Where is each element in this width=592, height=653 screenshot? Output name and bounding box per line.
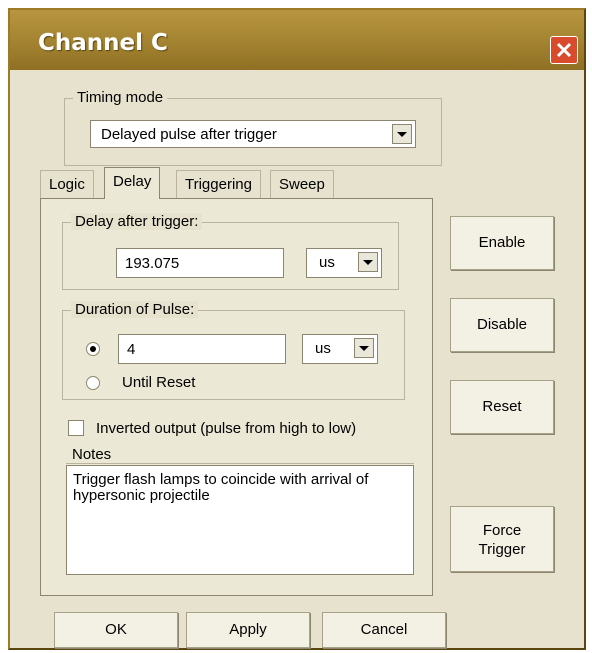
- duration-legend: Duration of Pulse:: [71, 301, 199, 318]
- chevron-down-icon[interactable]: [392, 124, 412, 144]
- force-trigger-button[interactable]: Force Trigger: [450, 506, 554, 572]
- close-button[interactable]: [550, 36, 578, 64]
- close-icon: [556, 42, 572, 58]
- tab-sweep[interactable]: Sweep: [270, 170, 334, 198]
- until-reset-label: Until Reset: [122, 374, 196, 391]
- apply-button[interactable]: Apply: [186, 612, 310, 648]
- tab-logic[interactable]: Logic: [40, 170, 94, 198]
- chevron-down-icon[interactable]: [354, 338, 374, 358]
- window-title: Channel C: [38, 30, 168, 56]
- chevron-down-icon[interactable]: [358, 252, 378, 272]
- delay-input[interactable]: 193.075: [116, 248, 284, 278]
- inverted-output-label: Inverted output (pulse from high to low): [96, 420, 357, 437]
- cancel-button[interactable]: Cancel: [322, 612, 446, 648]
- duration-unit-select[interactable]: us: [302, 334, 378, 364]
- timing-mode-legend: Timing mode: [73, 89, 168, 106]
- tab-triggering[interactable]: Triggering: [176, 170, 261, 198]
- inverted-output-checkbox[interactable]: [68, 420, 84, 436]
- duration-input[interactable]: 4: [118, 334, 286, 364]
- delay-legend: Delay after trigger:: [71, 213, 203, 230]
- until-reset-radio[interactable]: [86, 376, 100, 390]
- disable-button[interactable]: Disable: [450, 298, 554, 352]
- notes-divider: [66, 463, 414, 464]
- delay-unit-select[interactable]: us: [306, 248, 382, 278]
- timing-mode-value: Delayed pulse after trigger: [101, 126, 277, 143]
- duration-value-radio[interactable]: [86, 342, 100, 356]
- title-bar[interactable]: Channel C: [10, 10, 584, 70]
- duration-unit-value: us: [315, 340, 331, 357]
- notes-textarea[interactable]: Trigger flash lamps to coincide with arr…: [66, 465, 414, 575]
- notes-legend: Notes: [72, 446, 112, 463]
- delay-unit-value: us: [319, 254, 335, 271]
- ok-button[interactable]: OK: [54, 612, 178, 648]
- enable-button[interactable]: Enable: [450, 216, 554, 270]
- dialog-window: Channel C Timing mode Delayed pulse afte…: [8, 8, 586, 650]
- reset-button[interactable]: Reset: [450, 380, 554, 434]
- timing-mode-select[interactable]: Delayed pulse after trigger: [90, 120, 416, 148]
- tab-delay[interactable]: Delay: [104, 167, 161, 199]
